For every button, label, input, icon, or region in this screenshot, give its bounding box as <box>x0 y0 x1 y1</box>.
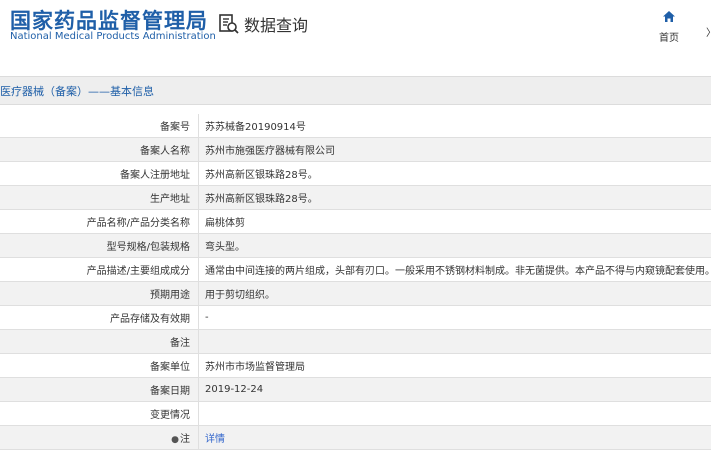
row-label: 型号规格/包装规格 <box>0 233 199 258</box>
row-value <box>198 329 711 354</box>
logo-title-en: National Medical Products Administration <box>10 31 216 42</box>
row-label: 备案单位 <box>0 353 199 378</box>
row-value: - <box>198 305 711 330</box>
row-label: ●注 <box>0 425 199 450</box>
row-value: 弯头型。 <box>198 233 711 258</box>
row-label: 预期用途 <box>0 281 199 306</box>
table-row: 型号规格/包装规格 弯头型。 <box>0 233 711 258</box>
row-label: 备注 <box>0 329 199 354</box>
home-label: 首页 <box>659 33 679 44</box>
table-row: 备案号 苏苏械备20190914号 <box>0 114 711 138</box>
row-label: 生产地址 <box>0 185 199 210</box>
data-query-label: 数据查询 <box>244 16 309 35</box>
table-row: 变更情况 <box>0 401 711 426</box>
row-value: 用于剪切组织。 <box>198 281 711 306</box>
row-label: 备案号 <box>0 114 199 138</box>
table-row: 产品名称/产品分类名称 扁桃体剪 <box>0 209 711 234</box>
row-value: 苏州高新区银珠路28号。 <box>198 185 711 210</box>
site-header: 国家药品监督管理局 National Medical Products Admi… <box>0 0 711 62</box>
row-label: 产品存储及有效期 <box>0 305 199 330</box>
table-row: 产品存储及有效期 - <box>0 305 711 330</box>
home-link[interactable]: 首页 <box>654 8 684 44</box>
row-value <box>198 401 711 426</box>
bulb-icon: ● <box>171 435 179 445</box>
row-value: 通常由中间连接的两片组成，头部有刃口。一般采用不锈钢材料制成。非无菌提供。本产品… <box>198 257 711 282</box>
row-value: 苏州市市场监督管理局 <box>198 353 711 378</box>
table-row: 预期用途 用于剪切组织。 <box>0 281 711 306</box>
table-row: 备注 <box>0 329 711 354</box>
row-label: 产品名称/产品分类名称 <box>0 209 199 234</box>
row-label: 备案人注册地址 <box>0 161 199 186</box>
nav-next-icon[interactable]: 〉 <box>706 24 711 39</box>
row-value: 详情 <box>198 425 711 450</box>
row-label: 备案日期 <box>0 377 199 402</box>
row-label: 备案人名称 <box>0 137 199 162</box>
details-link[interactable]: 详情 <box>205 434 225 445</box>
table-row: 备案日期 2019-12-24 <box>0 377 711 402</box>
row-value: 苏苏械备20190914号 <box>198 114 711 138</box>
data-query-link[interactable]: 数据查询 <box>218 12 308 36</box>
row-label: 产品描述/主要组成成分 <box>0 257 199 282</box>
table-row: 备案单位 苏州市市场监督管理局 <box>0 353 711 378</box>
section-bar: 医疗器械（备案）——基本信息 <box>0 76 711 105</box>
info-table: 备案号 苏苏械备20190914号 备案人名称 苏州市施强医疗器械有限公司 备案人注册地… <box>0 114 711 450</box>
home-icon <box>662 8 676 27</box>
row-value: 苏州高新区银珠路28号。 <box>198 161 711 186</box>
table-row: 备案人注册地址 苏州高新区银珠路28号。 <box>0 161 711 186</box>
row-value: 苏州市施强医疗器械有限公司 <box>198 137 711 162</box>
section-title: 医疗器械（备案）——基本信息 <box>0 85 154 98</box>
document-search-icon <box>218 13 240 35</box>
table-row: 产品描述/主要组成成分 通常由中间连接的两片组成，头部有刃口。一般采用不锈钢材料制… <box>0 257 711 282</box>
table-row: 备案人名称 苏州市施强医疗器械有限公司 <box>0 137 711 162</box>
row-value: 扁桃体剪 <box>198 209 711 234</box>
row-value: 2019-12-24 <box>198 377 711 402</box>
table-row: ●注 详情 <box>0 425 711 450</box>
table-row: 生产地址 苏州高新区银珠路28号。 <box>0 185 711 210</box>
row-label: 变更情况 <box>0 401 199 426</box>
